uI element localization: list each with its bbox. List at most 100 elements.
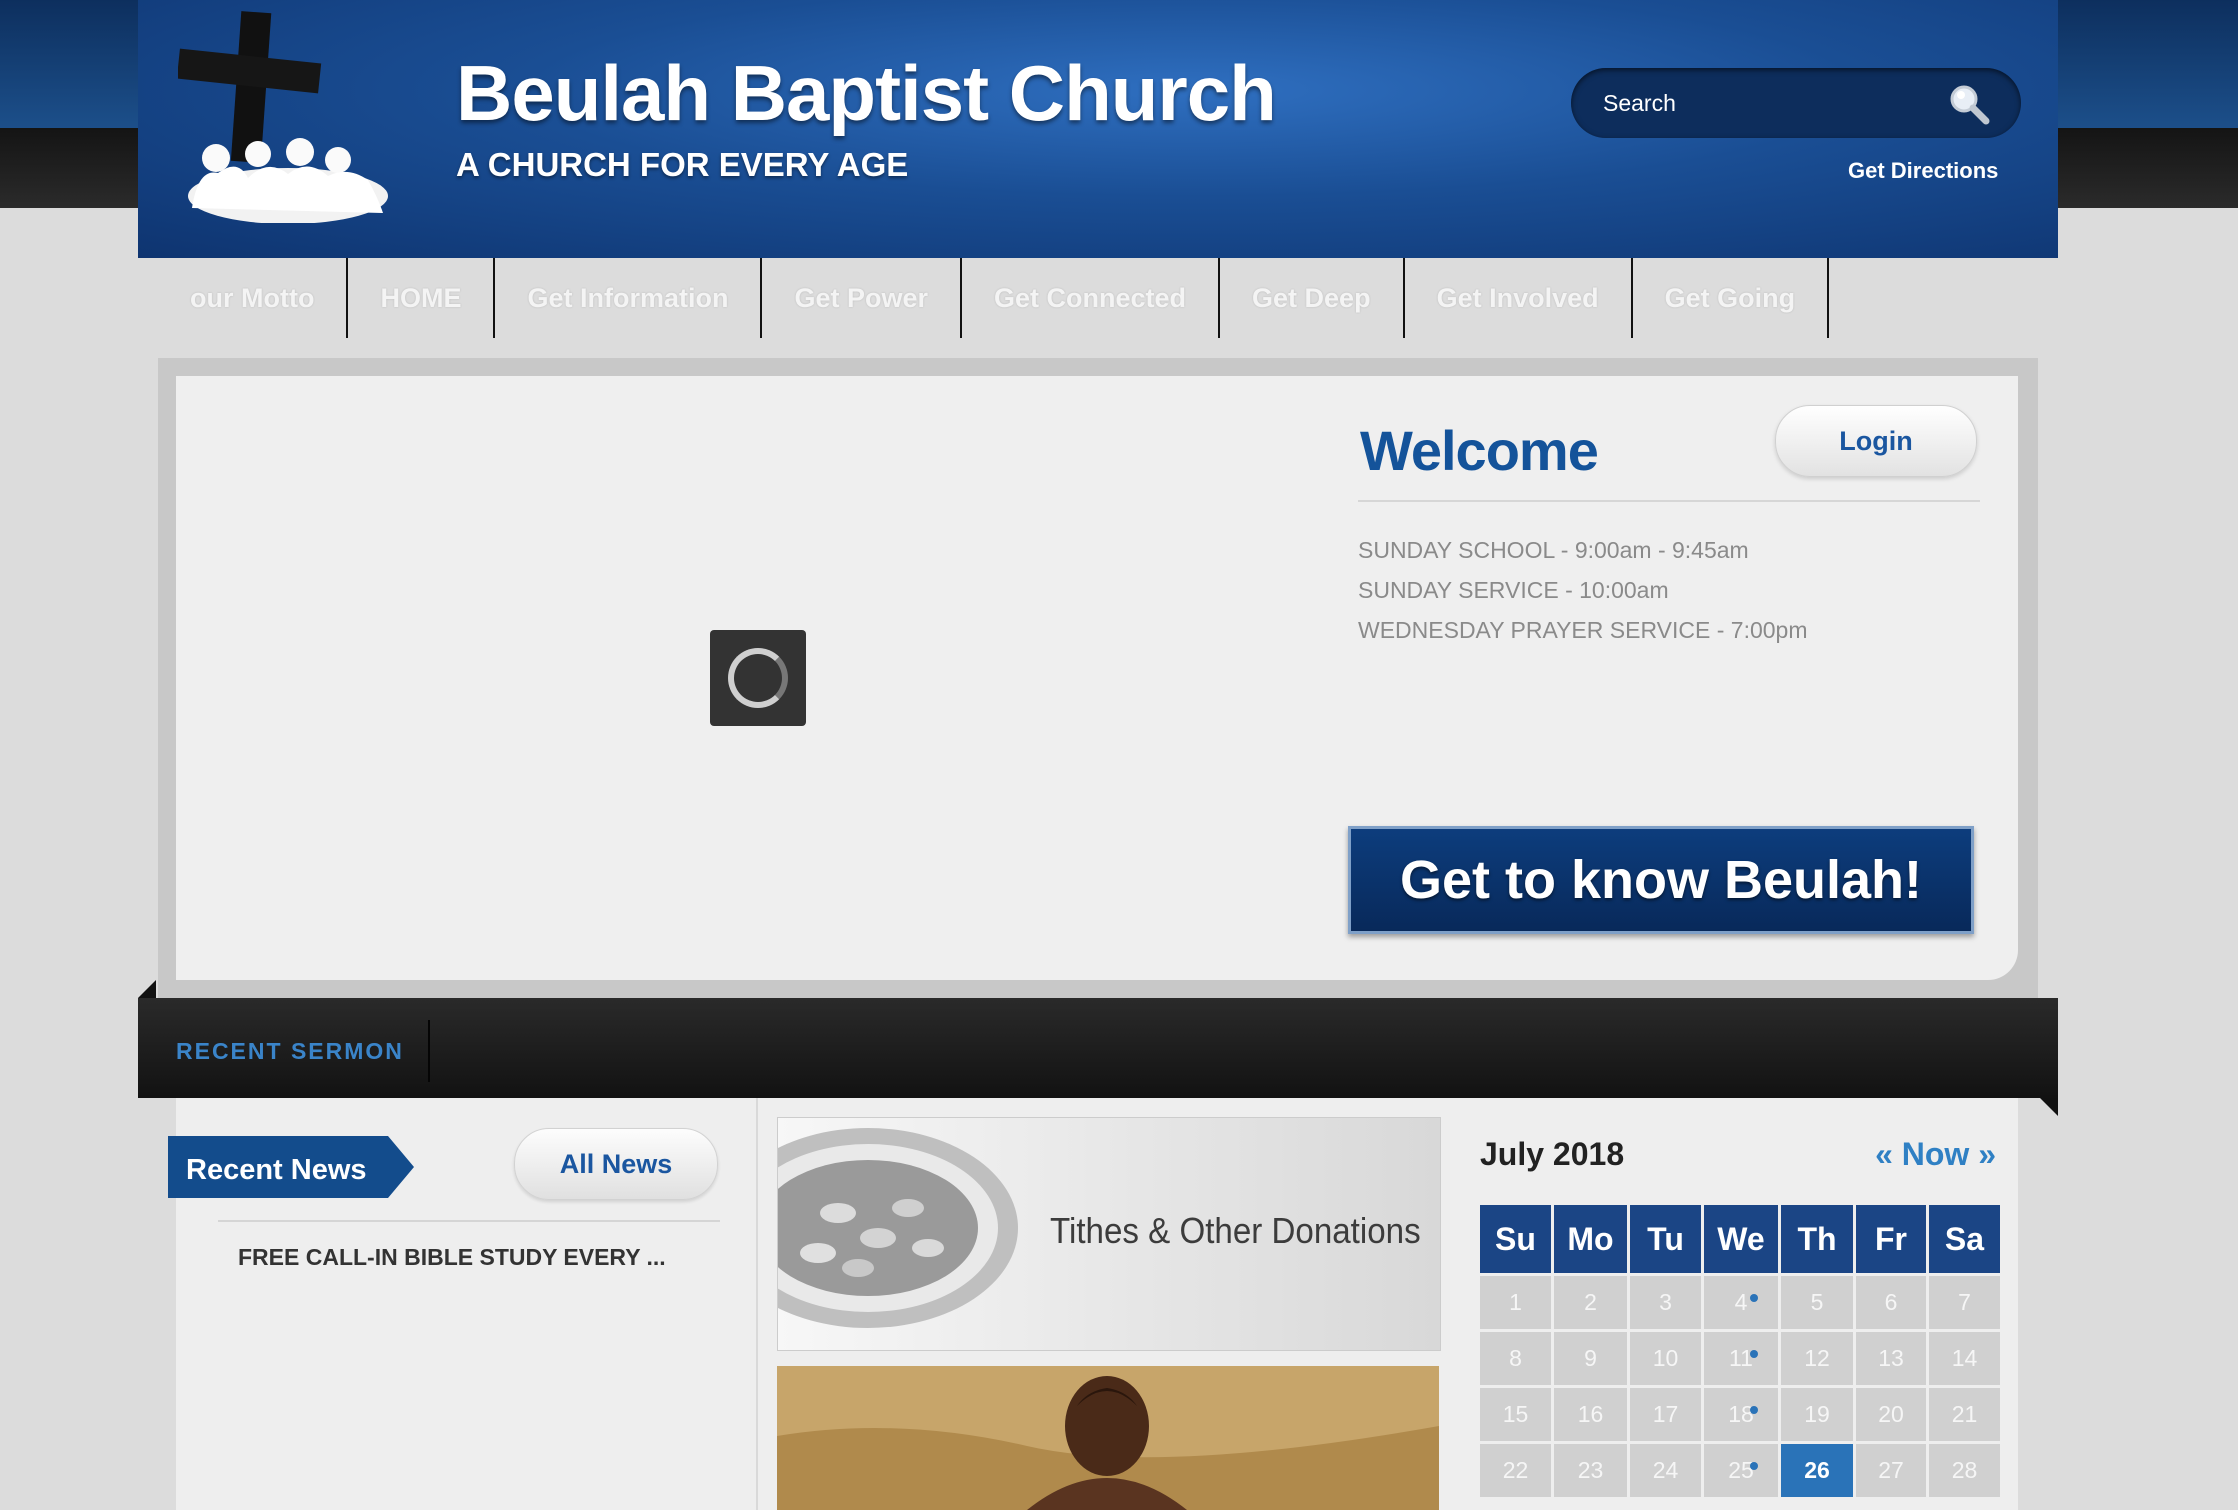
calendar-day-number: 8 <box>1509 1345 1522 1371</box>
nav-item-home[interactable]: HOME <box>348 258 496 338</box>
woman-rejoicing-image <box>777 1366 1439 1510</box>
calendar-day[interactable]: 9 <box>1554 1332 1627 1385</box>
calendar-day-number: 5 <box>1810 1289 1824 1315</box>
calendar-day-number: 28 <box>1951 1457 1978 1483</box>
calendar-weekday-header: We <box>1704 1205 1778 1273</box>
event-dot-icon <box>1750 1462 1758 1470</box>
welcome-heading: Welcome <box>1360 419 1599 482</box>
calendar-day[interactable]: 5 <box>1781 1276 1853 1329</box>
calendar-weekday-header: Su <box>1480 1205 1551 1273</box>
calendar-day[interactable]: 28 <box>1929 1444 2000 1497</box>
get-directions-link[interactable]: Get Directions <box>1848 158 1998 184</box>
calendar-day-number: 7 <box>1958 1289 1971 1315</box>
calendar-day-number: 27 <box>1878 1457 1904 1483</box>
recent-sermon-bar: RECENT SERMON <box>138 998 2058 1098</box>
calendar-day-number: 4 <box>1734 1289 1748 1315</box>
calendar-day[interactable]: 13 <box>1856 1332 1926 1385</box>
event-dot-icon <box>1750 1350 1758 1358</box>
calendar-day-number: 9 <box>1584 1345 1597 1371</box>
calendar-day-number: 23 <box>1577 1457 1604 1483</box>
site-title[interactable]: Beulah Baptist Church <box>456 48 1277 139</box>
calendar-day-number: 22 <box>1502 1457 1529 1483</box>
nav-item-get-power[interactable]: Get Power <box>762 258 962 338</box>
calendar-day-number: 14 <box>1951 1345 1978 1371</box>
calendar-day[interactable]: 10 <box>1630 1332 1701 1385</box>
nav-item-get-connected[interactable]: Get Connected <box>962 258 1221 338</box>
service-times: SUNDAY SCHOOL - 9:00am - 9:45am SUNDAY S… <box>1358 530 1808 650</box>
calendar-day[interactable]: 25 <box>1704 1444 1778 1497</box>
search-input[interactable] <box>1601 84 1945 122</box>
calendar-day[interactable]: 23 <box>1554 1444 1627 1497</box>
calendar-day[interactable]: 12 <box>1781 1332 1853 1385</box>
ribbon-fold-right <box>2040 1098 2058 1116</box>
calendar-day[interactable]: 19 <box>1781 1388 1853 1441</box>
calendar-day[interactable]: 6 <box>1856 1276 1926 1329</box>
welcome-divider <box>1358 500 1980 502</box>
calendar-day[interactable]: 4 <box>1704 1276 1778 1329</box>
column-divider <box>756 1098 758 1510</box>
nav-item-get-information[interactable]: Get Information <box>495 258 763 338</box>
calendar-day[interactable]: 14 <box>1929 1332 2000 1385</box>
nav-item-get-involved[interactable]: Get Involved <box>1405 258 1633 338</box>
all-news-button[interactable]: All News <box>514 1128 718 1200</box>
calendar-day[interactable]: 1 <box>1480 1276 1551 1329</box>
news-item-link[interactable]: FREE CALL-IN BIBLE STUDY EVERY ... <box>238 1244 666 1271</box>
calendar-now-nav[interactable]: « Now » <box>1875 1136 1996 1173</box>
login-button[interactable]: Login <box>1775 405 1977 477</box>
calendar-day[interactable]: 16 <box>1554 1388 1627 1441</box>
event-dot-icon <box>1750 1406 1758 1414</box>
calendar-day-number: 17 <box>1652 1401 1679 1427</box>
calendar-day-number: 13 <box>1878 1345 1904 1371</box>
calendar-day[interactable]: 8 <box>1480 1332 1551 1385</box>
calendar-day[interactable]: 27 <box>1856 1444 1926 1497</box>
calendar-day-number: 16 <box>1577 1401 1604 1427</box>
calendar-day[interactable]: 15 <box>1480 1388 1551 1441</box>
calendar-day-number: 24 <box>1652 1457 1679 1483</box>
service-time-item: WEDNESDAY PRAYER SERVICE - 7:00pm <box>1358 617 1808 643</box>
cross-logo-icon[interactable] <box>176 8 428 228</box>
calendar-day-number: 19 <box>1804 1401 1830 1427</box>
calendar-day[interactable]: 26 <box>1781 1444 1853 1497</box>
calendar-day-number: 12 <box>1804 1345 1830 1371</box>
nav-item-get-deep[interactable]: Get Deep <box>1220 258 1405 338</box>
sermon-divider <box>428 1020 430 1082</box>
loading-spinner-icon <box>710 630 806 726</box>
ribbon-fold-left <box>138 980 156 998</box>
calendar-day-number: 3 <box>1659 1289 1672 1315</box>
calendar-day[interactable]: 3 <box>1630 1276 1701 1329</box>
calendar-day-number: 10 <box>1652 1345 1679 1371</box>
calendar-day-number: 20 <box>1878 1401 1904 1427</box>
calendar-day-number: 2 <box>1584 1289 1597 1315</box>
calendar-day[interactable]: 18 <box>1704 1388 1778 1441</box>
calendar-day-number: 15 <box>1502 1401 1529 1427</box>
get-to-know-button[interactable]: Get to know Beulah! <box>1348 826 1974 934</box>
calendar-day-number: 25 <box>1728 1457 1754 1483</box>
service-time-item: SUNDAY SERVICE - 10:00am <box>1358 577 1669 603</box>
calendar-day[interactable]: 22 <box>1480 1444 1551 1497</box>
tithes-banner[interactable]: Tithes & Other Donations <box>777 1117 1441 1351</box>
calendar-weekday-header: Fr <box>1856 1205 1926 1273</box>
search-box <box>1571 68 2021 138</box>
recent-sermon-label[interactable]: RECENT SERMON <box>176 998 404 1104</box>
calendar-day[interactable]: 24 <box>1630 1444 1701 1497</box>
calendar-month: July 2018 <box>1480 1136 1625 1172</box>
nav-item-our-motto[interactable]: our Motto <box>138 258 349 338</box>
calendar-day[interactable]: 20 <box>1856 1388 1926 1441</box>
site-header: Beulah Baptist Church A CHURCH FOR EVERY… <box>138 0 2058 258</box>
worship-photo[interactable] <box>777 1366 1439 1510</box>
calendar-day[interactable]: 7 <box>1929 1276 2000 1329</box>
event-dot-icon <box>1750 1294 1758 1302</box>
offering-plate-icon <box>778 1128 1018 1328</box>
recent-news-badge: Recent News <box>168 1136 416 1203</box>
calendar-day[interactable]: 11 <box>1704 1332 1778 1385</box>
calendar-day[interactable]: 17 <box>1630 1388 1701 1441</box>
calendar-day[interactable]: 2 <box>1554 1276 1627 1329</box>
search-icon[interactable] <box>1947 82 1991 131</box>
calendar-weekday-header: Mo <box>1554 1205 1627 1273</box>
recent-news-label: Recent News <box>186 1154 367 1186</box>
calendar-day-number: 18 <box>1728 1401 1754 1427</box>
calendar-day-number: 21 <box>1951 1401 1978 1427</box>
calendar-day[interactable]: 21 <box>1929 1388 2000 1441</box>
service-time-item: SUNDAY SCHOOL - 9:00am - 9:45am <box>1358 537 1749 563</box>
nav-item-get-going[interactable]: Get Going <box>1633 258 1830 338</box>
